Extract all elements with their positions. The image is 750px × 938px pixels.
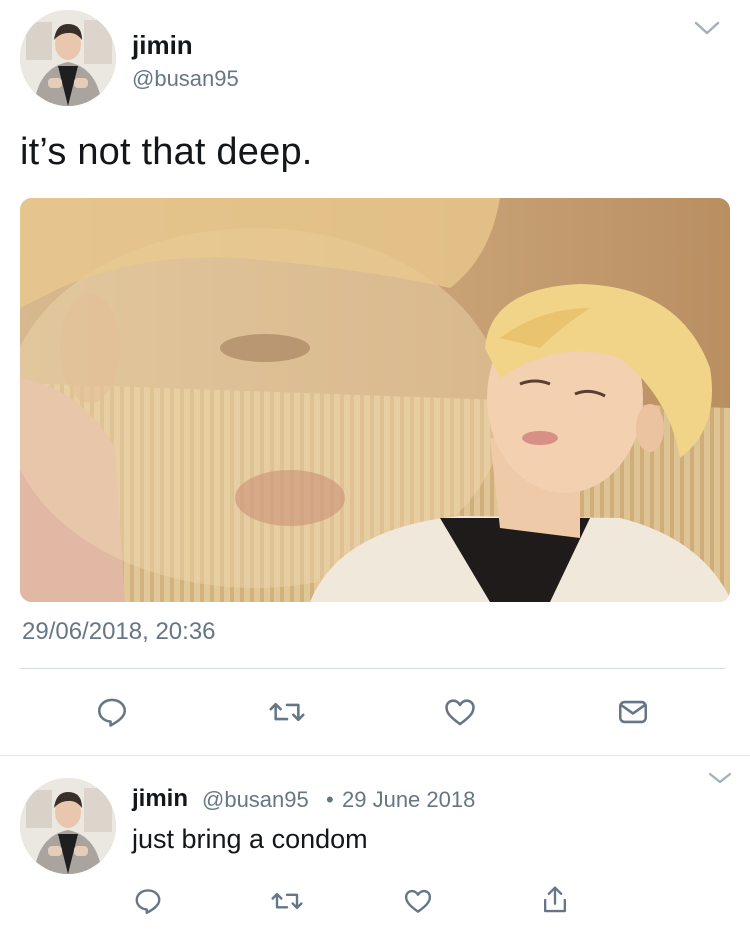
tweet-text: it’s not that deep.: [20, 131, 313, 173]
reply-icon[interactable]: [131, 884, 165, 918]
reply-icon[interactable]: [92, 692, 132, 732]
tweet-timestamp[interactable]: 29/06/2018, 20:36: [22, 618, 216, 646]
direct-message-icon[interactable]: [613, 692, 653, 732]
retweet-icon[interactable]: [265, 692, 309, 732]
avatar[interactable]: [20, 10, 116, 106]
main-tweet: jimin @busan95 it’s not that deep. 29/06…: [0, 0, 750, 755]
author-handle[interactable]: @busan95: [132, 66, 239, 92]
author-handle[interactable]: @busan95: [202, 787, 309, 813]
chevron-down-icon[interactable]: [694, 20, 720, 41]
tweet-separator: [0, 755, 750, 756]
avatar[interactable]: [20, 778, 116, 874]
chevron-down-icon[interactable]: [708, 771, 732, 790]
tweet-image[interactable]: [20, 198, 730, 602]
author-name[interactable]: jimin: [132, 785, 188, 813]
retweet-icon[interactable]: [268, 884, 306, 918]
divider: [20, 668, 725, 669]
like-icon[interactable]: [440, 692, 480, 732]
share-icon[interactable]: [538, 882, 572, 918]
meta-separator: •: [326, 787, 334, 812]
author-name[interactable]: jimin: [132, 30, 193, 61]
tweet-date[interactable]: 29 June 2018: [342, 787, 475, 813]
like-icon[interactable]: [401, 884, 435, 918]
tweet-text: just bring a condom: [132, 824, 368, 854]
